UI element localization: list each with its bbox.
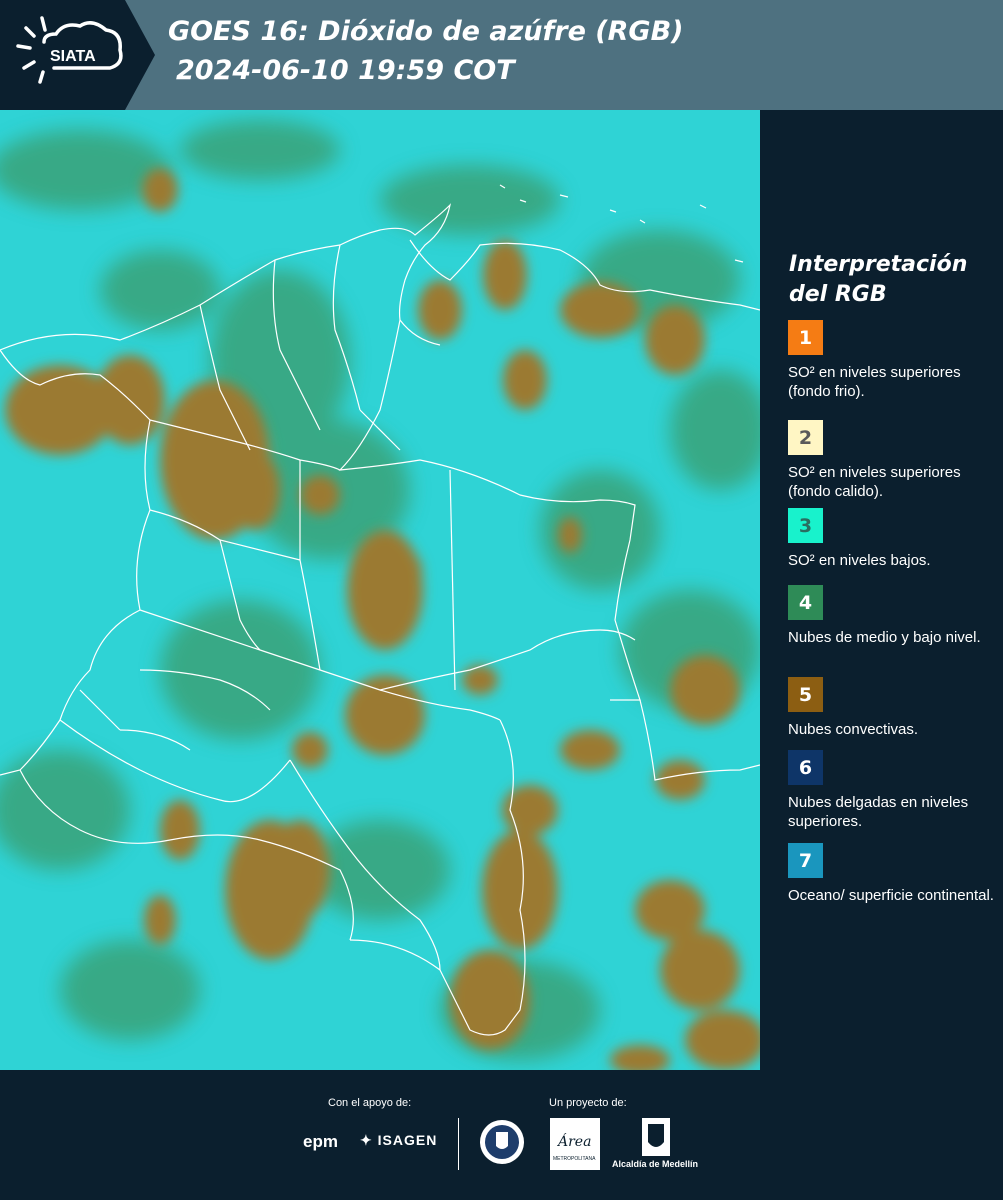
header: SIATA GOES 16: Dióxido de azúfre (RGB) 2… bbox=[0, 0, 1003, 110]
legend-number-6: 6 bbox=[798, 756, 813, 779]
legend-item-1: 1 SO² en niveles superiores (fondo frio)… bbox=[788, 320, 998, 401]
legend-item-5: 5 Nubes convectivas. bbox=[788, 677, 998, 739]
isagen-text: ISAGEN bbox=[377, 1132, 438, 1148]
legend-panel: Interpretación del RGB 1 SO² en niveles … bbox=[760, 110, 1003, 1070]
legend-number-7: 7 bbox=[798, 849, 813, 872]
footer: Con el apoyo de: Un proyecto de: epm ✦ I… bbox=[0, 1070, 1003, 1200]
legend-number-1: 1 bbox=[798, 326, 813, 349]
area-metropolitana-logo: Área METROPOLITANA bbox=[550, 1118, 600, 1170]
project-label: Un proyecto de: bbox=[549, 1097, 627, 1109]
legend-number-4: 4 bbox=[798, 591, 813, 614]
epm-logo: epm bbox=[303, 1132, 338, 1151]
siata-logo: SIATA bbox=[16, 16, 123, 84]
logo-text: SIATA bbox=[50, 48, 96, 65]
legend-number-2: 2 bbox=[798, 426, 813, 449]
area-logo-text: Área bbox=[556, 1132, 591, 1150]
legend-item-4: 4 Nubes de medio y bajo nivel. bbox=[788, 585, 998, 647]
legend-swatch-3: 3 bbox=[788, 508, 823, 543]
legend-swatch-2: 2 bbox=[788, 420, 823, 455]
footer-divider bbox=[458, 1118, 459, 1170]
legend-label-4: Nubes de medio y bajo nivel. bbox=[788, 629, 981, 646]
isagen-logo: ✦ ISAGEN bbox=[360, 1132, 437, 1149]
legend-number-3: 3 bbox=[798, 514, 813, 537]
alcaldia-shield-icon bbox=[642, 1118, 670, 1156]
legend-swatch-1: 1 bbox=[788, 320, 823, 355]
legend-swatch-4: 4 bbox=[788, 585, 823, 620]
medellin-seal-icon bbox=[480, 1120, 524, 1164]
legend-label-5: Nubes convectivas. bbox=[788, 721, 919, 738]
support-label: Con el apoyo de: bbox=[328, 1097, 412, 1109]
legend-item-6: 6 Nubes delgadas en niveles superiores. bbox=[788, 750, 998, 831]
legend-item-2: 2 SO² en niveles superiores (fondo calid… bbox=[788, 420, 998, 501]
isagen-icon: ✦ bbox=[360, 1132, 373, 1148]
legend-label-3: SO² en niveles bajos. bbox=[788, 552, 931, 569]
legend-label-6: Nubes delgadas en niveles superiores. bbox=[788, 794, 969, 830]
legend-title: Interpretación del RGB bbox=[789, 252, 968, 307]
legend-item-3: 3 SO² en niveles bajos. bbox=[788, 508, 998, 570]
timestamp: 2024-06-10 19:59 COT bbox=[176, 55, 515, 86]
legend-label-7: Oceano/ superficie continental. bbox=[788, 887, 994, 904]
legend-item-7: 7 Oceano/ superficie continental. bbox=[788, 843, 998, 905]
legend-swatch-7: 7 bbox=[788, 843, 823, 878]
alcaldia-label: Alcaldía de Medellín bbox=[612, 1159, 699, 1169]
area-logo-subtext: METROPOLITANA bbox=[553, 1156, 596, 1162]
legend-label-1: SO² en niveles superiores (fondo frio). bbox=[788, 364, 961, 400]
legend-label-2: SO² en niveles superiores (fondo calido)… bbox=[788, 464, 961, 500]
legend-number-5: 5 bbox=[798, 683, 813, 706]
satellite-map bbox=[0, 110, 760, 1070]
legend-swatch-6: 6 bbox=[788, 750, 823, 785]
satellite-image bbox=[0, 110, 760, 1070]
legend-swatch-5: 5 bbox=[788, 677, 823, 712]
title: GOES 16: Dióxido de azúfre (RGB) bbox=[168, 16, 684, 47]
